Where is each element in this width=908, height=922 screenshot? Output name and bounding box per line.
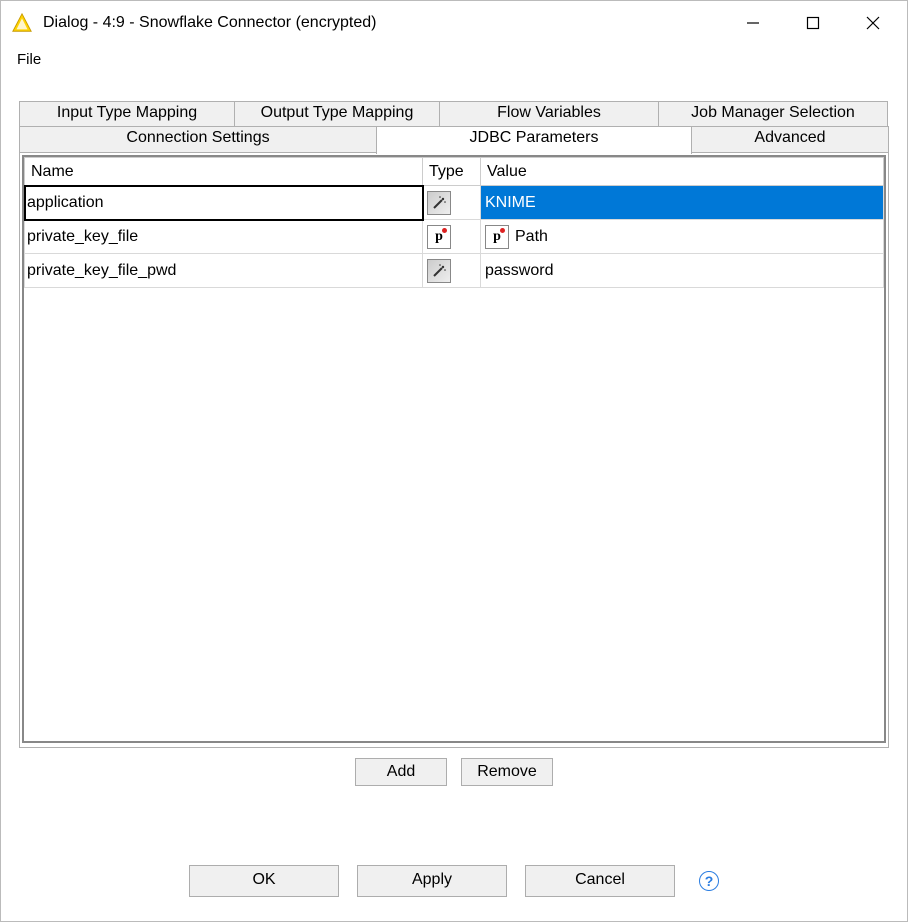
cell-value[interactable]: KNIME — [481, 186, 884, 220]
tab-output-type-mapping[interactable]: Output Type Mapping — [234, 101, 440, 127]
menu-file[interactable]: File — [11, 49, 47, 70]
window-title: Dialog - 4:9 - Snowflake Connector (encr… — [43, 14, 723, 32]
cell-name[interactable]: private_key_file — [25, 220, 423, 254]
cell-value[interactable]: Path — [481, 220, 884, 254]
title-bar: Dialog - 4:9 - Snowflake Connector (encr… — [1, 1, 907, 45]
ok-button[interactable]: OK — [189, 865, 339, 897]
tab-advanced[interactable]: Advanced — [691, 126, 889, 154]
window-controls — [723, 1, 903, 45]
header-name[interactable]: Name — [25, 158, 423, 186]
cell-type[interactable] — [423, 220, 481, 254]
wand-icon — [427, 191, 451, 215]
tab-pane: Name Type Value application — [19, 152, 889, 748]
cell-name[interactable]: private_key_file_pwd — [25, 254, 423, 288]
cell-type[interactable] — [423, 186, 481, 220]
parameters-table-container: Name Type Value application — [22, 155, 886, 743]
add-button[interactable]: Add — [355, 758, 447, 786]
cancel-button[interactable]: Cancel — [525, 865, 675, 897]
tab-flow-variables[interactable]: Flow Variables — [439, 101, 659, 127]
wand-icon — [427, 259, 451, 283]
cell-name[interactable]: application — [25, 186, 423, 220]
table-header-row: Name Type Value — [25, 158, 884, 186]
tab-job-manager-selection[interactable]: Job Manager Selection — [658, 101, 888, 127]
remove-button[interactable]: Remove — [461, 758, 553, 786]
parameters-table[interactable]: Name Type Value application — [24, 157, 884, 288]
help-button[interactable]: ? — [699, 871, 719, 891]
tab-input-type-mapping[interactable]: Input Type Mapping — [19, 101, 235, 127]
menu-bar: File — [1, 45, 907, 73]
dialog-footer: OK Apply Cancel ? — [1, 865, 907, 897]
path-value-icon — [485, 225, 509, 249]
apply-button[interactable]: Apply — [357, 865, 507, 897]
cell-value[interactable]: password — [481, 254, 884, 288]
tab-bar: Input Type Mapping Output Type Mapping F… — [19, 101, 889, 153]
tab-connection-settings[interactable]: Connection Settings — [19, 126, 377, 154]
minimize-button[interactable] — [723, 1, 783, 45]
value-text: password — [485, 262, 553, 280]
maximize-button[interactable] — [783, 1, 843, 45]
app-icon — [11, 12, 33, 34]
close-button[interactable] — [843, 1, 903, 45]
dialog-content: Input Type Mapping Output Type Mapping F… — [19, 101, 889, 821]
table-row[interactable]: private_key_file Path — [25, 220, 884, 254]
path-type-icon — [427, 225, 451, 249]
value-text: Path — [515, 228, 548, 246]
table-row[interactable]: private_key_file_pwd password — [25, 254, 884, 288]
header-type[interactable]: Type — [423, 158, 481, 186]
table-row[interactable]: application KNIME — [25, 186, 884, 220]
value-text: KNIME — [485, 194, 536, 212]
cell-type[interactable] — [423, 254, 481, 288]
header-value[interactable]: Value — [481, 158, 884, 186]
tab-jdbc-parameters[interactable]: JDBC Parameters — [376, 126, 692, 154]
table-buttons: Add Remove — [19, 758, 889, 786]
